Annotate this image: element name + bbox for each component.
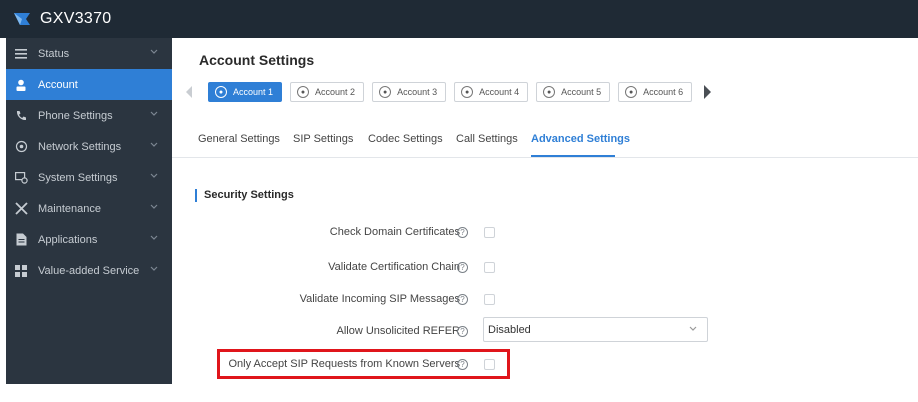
document-icon	[14, 233, 28, 247]
sidebar-item-label: Applications	[38, 233, 98, 246]
field-label: Check Domain Certificates	[329, 226, 460, 238]
account-tab-label: Account 1	[233, 87, 274, 97]
section-accent-bar	[195, 188, 197, 202]
person-icon: ●	[625, 86, 638, 98]
main-content: Account Settings ● Account 1 ● Account 2…	[172, 38, 918, 384]
account-selector: ● Account 1 ● Account 2 ● Account 3 ● Ac…	[186, 81, 712, 103]
account-tab-label: Account 4	[479, 87, 520, 97]
sidebar-item-label: Maintenance	[38, 202, 101, 215]
section-title: Security Settings	[204, 189, 294, 201]
chevron-down-icon	[150, 202, 160, 212]
field-check-domain-certificates: Check Domain Certificates ?	[172, 224, 918, 240]
sidebar-item-value-added-service[interactable]: Value-added Service	[6, 255, 172, 286]
chevron-down-icon	[150, 140, 160, 150]
sidebar-item-label: Phone Settings	[38, 109, 113, 122]
chevron-down-icon	[150, 109, 160, 119]
arrow-right-icon[interactable]	[704, 85, 712, 99]
field-allow-unsolicited-refer: Allow Unsolicited REFER ? Disabled	[172, 317, 918, 342]
validate-certification-chain-checkbox[interactable]	[484, 261, 495, 273]
chevron-down-icon	[150, 264, 160, 274]
sidebar-item-applications[interactable]: Applications	[6, 224, 172, 255]
account-tab-3[interactable]: ● Account 3	[372, 82, 447, 102]
chevron-down-icon	[150, 171, 160, 181]
field-label: Allow Unsolicited REFER	[336, 325, 460, 337]
account-tab-6[interactable]: ● Account 6	[618, 82, 693, 102]
sidebar: Status Account Phone Settings Network Se…	[6, 38, 172, 384]
help-icon[interactable]: ?	[457, 226, 468, 238]
validate-incoming-sip-messages-checkbox[interactable]	[484, 293, 495, 305]
sidebar-item-label: Account	[38, 78, 78, 91]
tab-sip-settings[interactable]: SIP Settings	[293, 133, 353, 145]
account-tab-5[interactable]: ● Account 5	[536, 82, 611, 102]
grid-icon	[14, 264, 28, 278]
select-value: Disabled	[488, 323, 531, 336]
account-tab-2[interactable]: ● Account 2	[290, 82, 365, 102]
person-icon: ●	[461, 86, 474, 98]
page-title: Account Settings	[199, 52, 315, 68]
tab-general-settings[interactable]: General Settings	[198, 133, 280, 145]
active-tab-indicator	[531, 155, 615, 157]
account-tab-label: Account 5	[561, 87, 602, 97]
sidebar-item-status[interactable]: Status	[6, 38, 172, 69]
tab-call-settings[interactable]: Call Settings	[456, 133, 518, 145]
section-header: Security Settings	[195, 188, 294, 202]
account-tab-label: Account 6	[643, 87, 684, 97]
list-icon	[14, 47, 28, 61]
help-icon[interactable]: ?	[457, 261, 468, 273]
person-icon: ●	[379, 86, 392, 98]
person-icon: ●	[297, 86, 310, 98]
field-validate-incoming-sip-messages: Validate Incoming SIP Messages ?	[172, 291, 918, 307]
person-icon	[14, 78, 28, 92]
tab-advanced-settings[interactable]: Advanced Settings	[531, 133, 630, 145]
phone-icon	[14, 109, 28, 123]
sidebar-item-label: Value-added Service	[38, 264, 140, 277]
check-domain-certificates-checkbox[interactable]	[484, 226, 495, 238]
brand-logo-icon	[12, 9, 32, 29]
highlight-annotation-box	[217, 349, 510, 379]
account-tab-label: Account 2	[315, 87, 356, 97]
arrow-left-icon[interactable]	[186, 86, 192, 98]
allow-unsolicited-refer-select[interactable]: Disabled	[483, 317, 708, 342]
help-icon[interactable]: ?	[457, 293, 468, 305]
field-label: Validate Incoming SIP Messages	[299, 293, 460, 305]
device-model: GXV3370	[40, 10, 112, 27]
chevron-down-icon	[150, 47, 160, 57]
field-label: Validate Certification Chain	[328, 261, 460, 273]
person-icon: ●	[543, 86, 556, 98]
account-tab-1[interactable]: ● Account 1	[208, 82, 283, 102]
sidebar-item-label: Network Settings	[38, 140, 122, 153]
sidebar-item-system-settings[interactable]: System Settings	[6, 162, 172, 193]
person-icon: ●	[215, 86, 227, 98]
account-tab-label: Account 3	[397, 87, 438, 97]
account-tab-4[interactable]: ● Account 4	[454, 82, 529, 102]
chevron-down-icon	[150, 233, 160, 243]
help-icon[interactable]: ?	[457, 325, 468, 337]
sidebar-item-label: System Settings	[38, 171, 118, 184]
sidebar-item-account[interactable]: Account	[6, 69, 172, 100]
tools-icon	[14, 202, 28, 216]
sidebar-item-phone-settings[interactable]: Phone Settings	[6, 100, 172, 131]
top-bar: GXV3370	[0, 0, 918, 38]
sidebar-item-maintenance[interactable]: Maintenance	[6, 193, 172, 224]
field-validate-certification-chain: Validate Certification Chain ?	[172, 259, 918, 275]
system-icon	[14, 171, 28, 185]
network-icon	[14, 140, 28, 154]
tab-codec-settings[interactable]: Codec Settings	[368, 133, 443, 145]
sidebar-item-label: Status	[38, 47, 70, 60]
sidebar-item-network-settings[interactable]: Network Settings	[6, 131, 172, 162]
settings-tabs: General Settings SIP Settings Codec Sett…	[172, 120, 918, 158]
chevron-down-icon	[689, 325, 697, 334]
